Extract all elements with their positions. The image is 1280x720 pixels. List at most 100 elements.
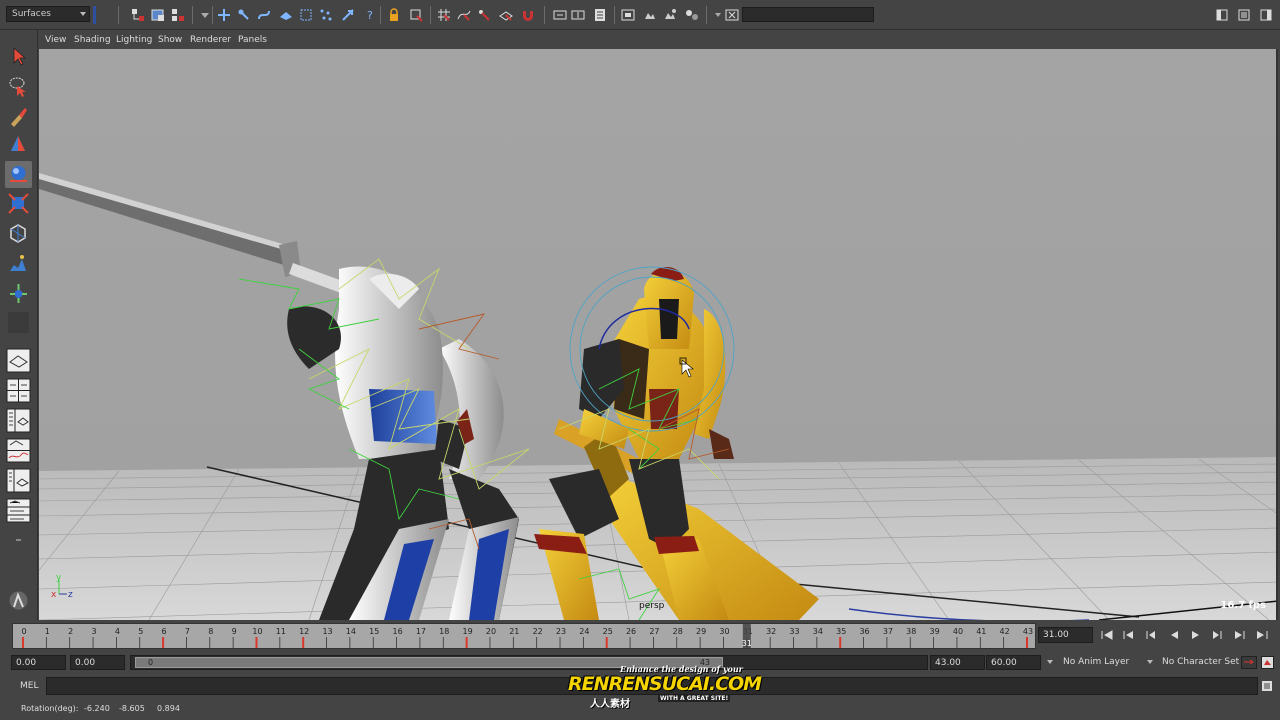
- menu-panels[interactable]: Panels: [238, 35, 267, 45]
- render-icon[interactable]: [620, 7, 636, 23]
- select-by-hierarchy-icon[interactable]: [130, 7, 146, 23]
- timeline-tick-label: 35: [836, 627, 846, 636]
- time-slider: 0 1 2 3 4 5 6 7 8 9 10 11 12 13 14 15 16 17 18 19 20 21 22 23 24…: [0, 620, 1280, 652]
- step-back-key-icon[interactable]: [1121, 629, 1135, 641]
- range-bar[interactable]: 0 43: [130, 655, 928, 670]
- timeline-tick-label: 1: [45, 627, 50, 636]
- hypershade-layout-icon[interactable]: [5, 467, 32, 494]
- animation-preferences-button[interactable]: [1261, 656, 1274, 669]
- go-to-start-icon[interactable]: [1100, 629, 1114, 641]
- keyframe-marker[interactable]: [1026, 637, 1028, 649]
- curve-mask-icon[interactable]: [256, 7, 272, 23]
- deformer-mask-icon[interactable]: [298, 7, 314, 23]
- select-by-component-icon[interactable]: [170, 7, 186, 23]
- misc-mask-icon[interactable]: ?: [362, 7, 378, 23]
- timeline-track[interactable]: 0 1 2 3 4 5 6 7 8 9 10 11 12 13 14 15 16 17 18 19 20 21 22 23 24…: [12, 623, 1036, 649]
- menu-renderer[interactable]: Renderer: [190, 35, 231, 45]
- keyframe-marker[interactable]: [839, 637, 842, 649]
- lock-selection-icon[interactable]: [386, 7, 402, 23]
- menu-set-dropdown[interactable]: Surfaces: [6, 6, 90, 22]
- output-list-icon[interactable]: [570, 7, 586, 23]
- surface-mask-icon[interactable]: [278, 7, 294, 23]
- timeline-tick-label: 8: [208, 627, 213, 636]
- dynamics-mask-icon[interactable]: [318, 7, 334, 23]
- render-settings-icon[interactable]: [662, 7, 678, 23]
- move-tool-icon[interactable]: [5, 131, 32, 158]
- chevron-down-icon[interactable]: [1047, 660, 1053, 664]
- current-time-field[interactable]: 31.00: [1038, 627, 1093, 643]
- graph-editor-layout-icon[interactable]: [5, 437, 32, 464]
- menu-shading[interactable]: Shading: [74, 35, 111, 45]
- soft-mod-icon[interactable]: [5, 250, 32, 277]
- keyframe-marker[interactable]: [162, 637, 165, 649]
- menu-show[interactable]: Show: [158, 35, 182, 45]
- hypershade-icon[interactable]: [684, 7, 700, 23]
- select-by-object-icon[interactable]: [150, 7, 166, 23]
- highlight-selection-icon[interactable]: [408, 7, 424, 23]
- handle-mask-icon[interactable]: [216, 7, 232, 23]
- keyframe-marker[interactable]: [255, 637, 258, 649]
- timeline-tick-label: 30: [719, 627, 729, 636]
- mel-label[interactable]: MEL: [20, 681, 38, 691]
- snap-point-icon[interactable]: [476, 7, 492, 23]
- go-to-end-icon[interactable]: [1255, 629, 1269, 641]
- single-perspective-layout-icon[interactable]: [5, 347, 32, 374]
- timeline-tick-label: 36: [859, 627, 869, 636]
- rendering-mask-icon[interactable]: [340, 7, 356, 23]
- playback-start-field[interactable]: 0.00: [70, 655, 125, 670]
- tool-settings-icon[interactable]: [5, 587, 32, 614]
- anim-layer-selector[interactable]: No Anim Layer: [1063, 657, 1129, 667]
- step-forward-frame-icon[interactable]: [1210, 629, 1224, 641]
- joint-mask-icon[interactable]: [236, 7, 252, 23]
- snap-plane-icon[interactable]: [498, 7, 514, 23]
- status-line-divider: [430, 6, 431, 24]
- animation-start-field[interactable]: 0.00: [11, 655, 66, 670]
- timeline-tick-label: 17: [416, 627, 426, 636]
- keyframe-marker[interactable]: [605, 637, 608, 649]
- menu-lighting[interactable]: Lighting: [116, 35, 152, 45]
- character-set-selector[interactable]: No Character Set: [1162, 657, 1239, 667]
- scale-tool-icon[interactable]: [5, 190, 32, 217]
- attribute-editor-toggle-icon[interactable]: [1214, 7, 1230, 23]
- play-backwards-icon[interactable]: [1167, 629, 1181, 641]
- mask-icon[interactable]: [197, 7, 213, 23]
- four-view-layout-icon[interactable]: [5, 377, 32, 404]
- outliner-layout-icon[interactable]: [5, 407, 32, 434]
- channel-box-toggle-icon[interactable]: [1258, 7, 1274, 23]
- quick-layout-icon[interactable]: [5, 527, 32, 554]
- snap-grid-icon[interactable]: [436, 7, 452, 23]
- ipr-icon[interactable]: [642, 7, 658, 23]
- last-tool-icon[interactable]: [5, 309, 32, 336]
- play-forwards-icon[interactable]: [1188, 629, 1202, 641]
- timeline-tick-label: 19: [463, 627, 473, 636]
- auto-key-button[interactable]: [1241, 656, 1257, 669]
- history-icon[interactable]: [592, 7, 608, 23]
- show-manipulator-icon[interactable]: [5, 280, 32, 307]
- step-forward-key-icon[interactable]: [1233, 629, 1247, 641]
- menu-view[interactable]: View: [45, 35, 66, 45]
- timeline-tick-label: 20: [486, 627, 496, 636]
- timeline-tick-label: 2: [68, 627, 73, 636]
- step-back-frame-icon[interactable]: [1144, 629, 1158, 641]
- tool-settings-toggle-icon[interactable]: [1236, 7, 1252, 23]
- paint-select-tool-icon[interactable]: [5, 103, 32, 130]
- keyframe-marker[interactable]: [465, 637, 468, 649]
- chevron-down-icon[interactable]: [1147, 660, 1153, 664]
- input-list-icon[interactable]: [552, 7, 568, 23]
- magnet-icon[interactable]: [520, 7, 536, 23]
- lasso-tool-icon[interactable]: [5, 73, 32, 100]
- animation-end-field[interactable]: 60.00: [986, 655, 1041, 670]
- universal-manipulator-icon[interactable]: [5, 220, 32, 247]
- keyframe-marker[interactable]: [302, 637, 305, 649]
- script-editor-icon[interactable]: [1261, 680, 1273, 692]
- input-field-mode-icon[interactable]: [724, 7, 740, 23]
- snap-curve-icon[interactable]: [456, 7, 472, 23]
- playback-end-field[interactable]: 43.00: [930, 655, 985, 670]
- custom-layout-icon[interactable]: [5, 497, 32, 524]
- timeline-tick-label: 24: [579, 627, 589, 636]
- quick-selection-field[interactable]: [742, 7, 874, 22]
- select-tool-icon[interactable]: [5, 43, 32, 70]
- keyframe-marker[interactable]: [22, 637, 24, 649]
- rotate-tool-icon[interactable]: [5, 161, 32, 188]
- perspective-viewport[interactable]: y x z persp 16.7 fps: [39, 49, 1278, 620]
